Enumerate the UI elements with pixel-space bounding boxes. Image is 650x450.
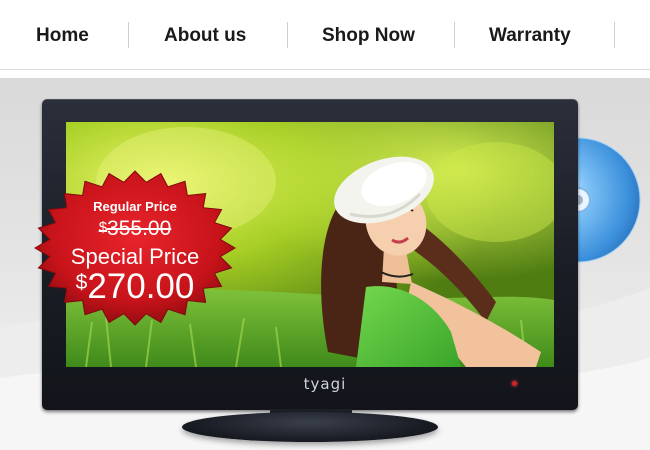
tv-brand-logo: tyagi bbox=[303, 375, 347, 393]
nav-warranty-link[interactable]: Warranty bbox=[489, 0, 571, 70]
special-price-amount: 270.00 bbox=[87, 267, 195, 306]
nav-divider bbox=[128, 22, 129, 48]
top-navigation: Home About us Shop Now Warranty bbox=[0, 0, 650, 70]
power-indicator-light bbox=[512, 381, 517, 386]
nav-home-link[interactable]: Home bbox=[36, 0, 89, 70]
special-price-currency: $ bbox=[75, 271, 88, 294]
hero-banner[interactable]: tyagi Regular Price $355.00 Special Pric… bbox=[0, 78, 650, 450]
regular-price-amount: 355.00 bbox=[107, 217, 172, 240]
nav-divider bbox=[614, 22, 615, 48]
page: Home About us Shop Now Warranty tyagi Re… bbox=[0, 0, 650, 450]
nav-divider bbox=[287, 22, 288, 48]
tv-stand-base bbox=[182, 412, 438, 442]
nav-shop-now-link[interactable]: Shop Now bbox=[322, 0, 415, 70]
regular-price-value: $355.00 bbox=[34, 217, 236, 241]
price-badge[interactable]: Regular Price $355.00 Special Price $270… bbox=[34, 170, 236, 326]
regular-price-currency: $ bbox=[98, 219, 108, 236]
special-price-value: $270.00 bbox=[34, 267, 236, 307]
nav-about-us-link[interactable]: About us bbox=[164, 0, 246, 70]
nav-divider bbox=[454, 22, 455, 48]
regular-price-label: Regular Price bbox=[93, 199, 177, 214]
